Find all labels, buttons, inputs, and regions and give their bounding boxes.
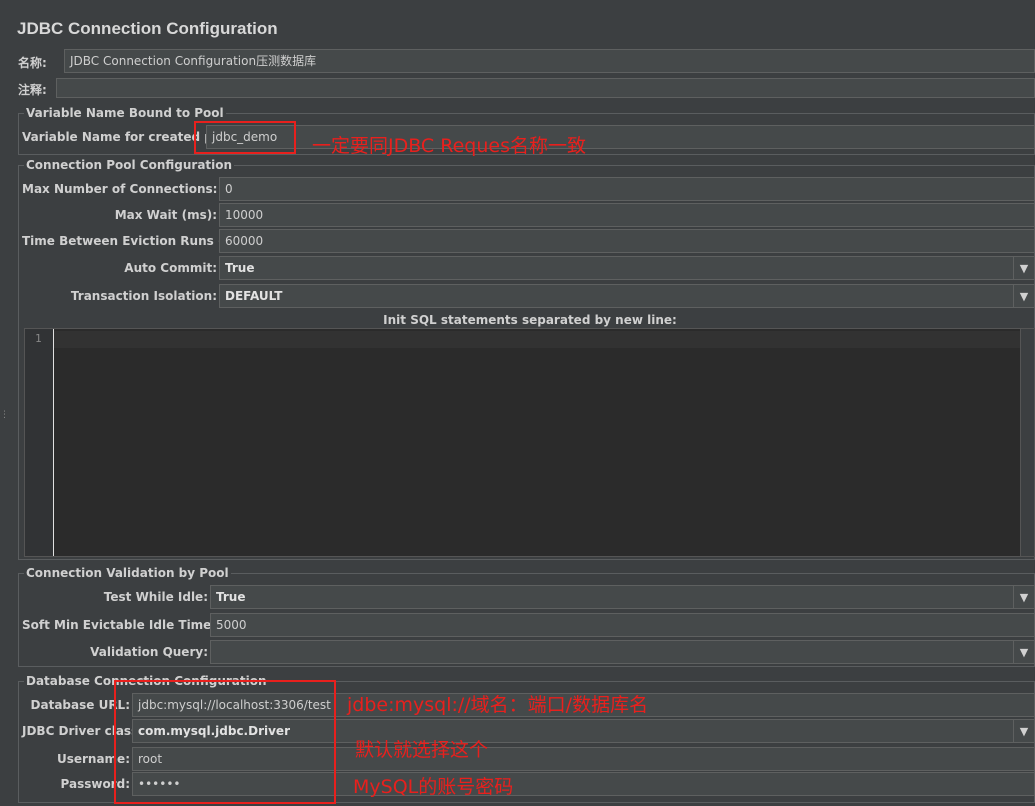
annotation-account-note: MySQL的账号密码 [353,776,514,798]
test-idle-label: Test While Idle: [103,590,208,604]
validation-query-select[interactable]: ▼ [210,640,1035,664]
splitter-grip-icon[interactable]: ⋮ [0,410,9,420]
name-label: 名称: [18,56,47,70]
annotation-box-database [114,680,336,804]
annotation-url-note: jdbe:mysql://域名：端口/数据库名 [347,694,649,716]
soft-min-label: Soft Min Evictable Idle Time(ms): [22,618,247,632]
comment-label: 注释: [18,83,47,97]
auto-commit-select[interactable]: True ▼ [219,256,1035,280]
line-number: 1 [35,332,42,345]
current-line-highlight [54,331,1020,348]
comment-input[interactable] [56,78,1035,98]
panel-title: JDBC Connection Configuration [17,19,278,38]
name-input[interactable]: JDBC Connection Configuration压测数据库 [64,49,1035,73]
chevron-down-icon[interactable]: ▼ [1013,285,1034,307]
max-connections-input[interactable]: 0 [219,177,1035,201]
annotation-driver-note: 默认就选择这个 [355,739,489,761]
validation-query-label: Validation Query: [90,645,208,659]
isolation-label: Transaction Isolation: [70,289,217,303]
annotation-variable-note: 一定要同JDBC Reques名称一致 [312,135,586,157]
max-connections-label: Max Number of Connections: [22,182,218,196]
chevron-down-icon[interactable]: ▼ [1013,641,1034,663]
isolation-select[interactable]: DEFAULT ▼ [219,284,1035,308]
chevron-down-icon[interactable]: ▼ [1013,586,1034,608]
test-idle-value: True [216,590,246,604]
variable-group-title: Variable Name Bound to Pool [24,106,226,120]
test-idle-select[interactable]: True ▼ [210,585,1035,609]
auto-commit-label: Auto Commit: [124,261,217,275]
eviction-input[interactable]: 60000 [219,229,1035,253]
validation-group-title: Connection Validation by Pool [24,566,231,580]
init-sql-label: Init SQL statements separated by new lin… [383,313,677,327]
editor-scrollbar[interactable] [1020,329,1034,556]
chevron-down-icon[interactable]: ▼ [1013,257,1034,279]
auto-commit-value: True [225,261,255,275]
chevron-down-icon[interactable]: ▼ [1013,720,1034,742]
init-sql-editor[interactable]: 1 [24,328,1035,557]
line-gutter: 1 [25,329,54,556]
isolation-value: DEFAULT [225,289,283,303]
eviction-label: Time Between Eviction Runs (ms): [22,234,254,248]
max-wait-label: Max Wait (ms): [114,208,217,222]
annotation-box-variable [194,121,296,154]
pool-group-title: Connection Pool Configuration [24,158,235,172]
variable-name-label: Variable Name for created pool: [22,130,239,144]
max-wait-input[interactable]: 10000 [219,203,1035,227]
soft-min-input[interactable]: 5000 [210,613,1035,637]
